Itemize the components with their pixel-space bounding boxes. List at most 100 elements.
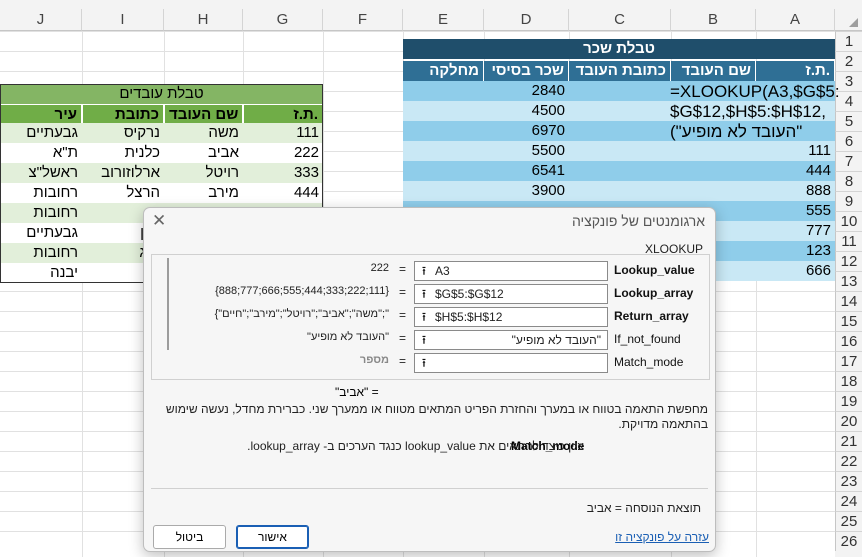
row-header-9[interactable]: 9 [835,191,862,211]
argument-row: If_not_found ⭱ "העובד לא מופיע" = "העובד לא … [152,329,709,351]
row-header-26[interactable]: 26 [835,531,862,551]
formula-line: =XLOOKUP(A3,$G$5: [670,82,840,101]
argument-evaluated-value: 222 [370,262,389,274]
salary-cell[interactable] [569,161,671,181]
close-icon[interactable]: ✕ [152,211,166,231]
salary-amount-cell[interactable]: 3900 [484,181,569,201]
salary-cell[interactable] [569,181,671,201]
column-headers: J I H G F E D C B A [0,9,862,31]
salary-cell[interactable] [403,181,484,201]
argument-input[interactable]: ⭱ A3 [414,261,608,281]
salary-id-cell[interactable]: 444 [756,161,835,181]
salary-amount-cell[interactable]: 2840 [484,81,569,101]
row-header-12[interactable]: 12 [835,251,862,271]
row-header-18[interactable]: 18 [835,371,862,391]
argument-input[interactable]: ⭱ $G$5:$G$12 [414,284,608,304]
salary-cell[interactable] [403,161,484,181]
salary-id-cell[interactable]: 666 [756,261,835,281]
collapse-dialog-icon[interactable]: ⭱ [417,310,431,324]
column-header-i[interactable]: I [82,9,164,31]
row-header-6[interactable]: 6 [835,131,862,151]
row-header-8[interactable]: 8 [835,171,862,191]
collapse-dialog-icon[interactable]: ⭱ [417,356,431,370]
argument-row: Return_array ⭱ $H$5:$H$12 = {"משה";"אביב";"ר… [152,306,709,328]
salary-header-id: ת.ז. [756,61,835,81]
row-header-16[interactable]: 16 [835,331,862,351]
salary-amount-cell[interactable]: 6970 [484,121,569,141]
column-header-e[interactable]: E [403,9,484,31]
argument-input[interactable]: ⭱ "העובד לא מופיע" [414,330,608,350]
salary-amount-cell[interactable]: 6541 [484,161,569,181]
argument-input[interactable]: ⭱ $H$5:$H$12 [414,307,608,327]
salary-header-salary: שכר בסיסי [484,61,569,81]
salary-cell[interactable] [569,121,671,141]
ok-button[interactable]: אישור [236,525,309,549]
salary-id-cell[interactable]: 777 [756,221,835,241]
grid-line [0,31,835,32]
column-header-b[interactable]: B [671,9,756,31]
cancel-button[interactable]: ביטול [153,525,226,549]
formula-line: $G$12,$H$5:$H$12, [670,102,826,121]
salary-cell[interactable] [403,81,484,101]
column-header-d[interactable]: D [484,9,569,31]
row-header-13[interactable]: 13 [835,271,862,291]
row-header-21[interactable]: 21 [835,431,862,451]
select-all-button[interactable] [835,9,862,31]
argument-label: Match_mode [614,355,684,369]
argument-row: Lookup_array ⭱ $G$5:$G$12 = {888;777;666;555… [152,283,709,305]
argument-input[interactable]: ⭱ [414,353,608,373]
row-header-7[interactable]: 7 [835,151,862,171]
salary-cell[interactable] [569,81,671,101]
argument-label: If_not_found [614,332,681,346]
salary-amount-cell[interactable]: 4500 [484,101,569,121]
row-header-19[interactable]: 19 [835,391,862,411]
salary-cell[interactable] [671,161,756,181]
row-header-17[interactable]: 17 [835,351,862,371]
argument-label: Lookup_array [614,286,694,300]
salary-cell[interactable] [403,141,484,161]
column-header-f[interactable]: F [323,9,403,31]
cell-a3-formula[interactable]: =XLOOKUP(A3,$G$5: $G$12,$H$5:$H$12, "העובד… [670,82,840,142]
argument-input-text: A3 [435,264,450,278]
help-link[interactable]: עזרה על פונקציה זו [615,530,709,544]
row-header-1[interactable]: 1 [835,31,862,51]
argument-row: Match_mode ⭱ = מספר [152,352,709,374]
row-header-25[interactable]: 25 [835,511,862,531]
salary-id-cell[interactable]: 555 [756,201,835,221]
salary-id-cell[interactable]: 123 [756,241,835,261]
row-header-23[interactable]: 23 [835,471,862,491]
column-header-g[interactable]: G [243,9,323,31]
row-header-2[interactable]: 2 [835,51,862,71]
salary-header-department: מחלקה [403,61,484,81]
row-header-20[interactable]: 20 [835,411,862,431]
divider [151,488,708,489]
salary-amount-cell[interactable]: 5500 [484,141,569,161]
dialog-title: ארגומנטים של פונקציה [571,213,705,229]
collapse-dialog-icon[interactable]: ⭱ [417,333,431,347]
salary-cell[interactable] [569,141,671,161]
row-header-22[interactable]: 22 [835,451,862,471]
salary-cell[interactable] [671,181,756,201]
salary-table-title: טבלת שכר [403,39,835,59]
salary-id-cell[interactable]: 111 [756,141,835,161]
salary-cell[interactable] [569,101,671,121]
row-header-11[interactable]: 11 [835,231,862,251]
argument-equals: = [399,354,407,368]
formula-result: תוצאת הנוסחה = אביב [586,501,701,515]
collapse-dialog-icon[interactable]: ⭱ [417,264,431,278]
column-header-a[interactable]: A [756,9,835,31]
column-header-h[interactable]: H [164,9,243,31]
salary-id-cell[interactable]: 888 [756,181,835,201]
row-header-15[interactable]: 15 [835,311,862,331]
row-header-24[interactable]: 24 [835,491,862,511]
row-header-14[interactable]: 14 [835,291,862,311]
column-header-c[interactable]: C [569,9,671,31]
row-header-10[interactable]: 10 [835,211,862,231]
collapse-dialog-icon[interactable]: ⭱ [417,287,431,301]
row-header-5[interactable]: 5 [835,111,862,131]
salary-cell[interactable] [671,141,756,161]
salary-cell[interactable] [403,101,484,121]
column-header-j[interactable]: J [0,9,82,31]
argument-evaluated-value: מספר [359,354,389,366]
salary-cell[interactable] [403,121,484,141]
